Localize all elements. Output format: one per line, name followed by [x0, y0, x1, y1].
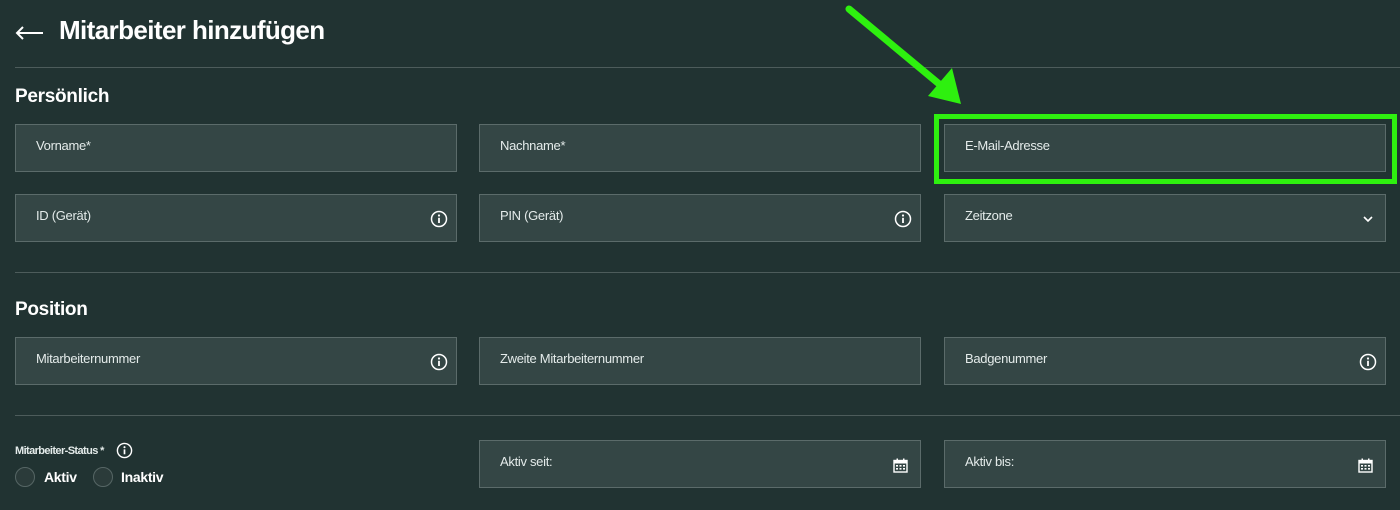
- employee-number-label: Mitarbeiternummer: [36, 351, 140, 366]
- first-name-field[interactable]: Vorname*: [15, 124, 457, 172]
- device-id-field[interactable]: ID (Gerät): [15, 194, 457, 242]
- email-field[interactable]: E-Mail-Adresse: [944, 124, 1386, 172]
- divider: [15, 67, 1400, 68]
- pointer-arrow-icon: [845, 5, 961, 104]
- last-name-field[interactable]: Nachname*: [479, 124, 921, 172]
- active-until-date-field[interactable]: Aktiv bis:: [944, 440, 1386, 488]
- page-title: Mitarbeiter hinzufügen: [59, 15, 325, 45]
- employee-status-label: Mitarbeiter-Status *: [15, 445, 104, 457]
- calendar-icon[interactable]: [893, 458, 908, 473]
- section-title-personal: Persönlich: [15, 86, 110, 107]
- chevron-down-icon: [1363, 216, 1373, 223]
- info-icon[interactable]: [430, 353, 448, 371]
- second-employee-number-label: Zweite Mitarbeiternummer: [500, 351, 644, 366]
- active-until-label: Aktiv bis:: [965, 454, 1015, 469]
- info-icon[interactable]: [894, 210, 912, 228]
- section-title-position: Position: [15, 299, 88, 320]
- first-name-label: Vorname*: [36, 138, 91, 153]
- email-label: E-Mail-Adresse: [965, 138, 1050, 153]
- status-inactive-radio[interactable]: [93, 467, 113, 487]
- divider: [15, 415, 1400, 416]
- calendar-icon[interactable]: [1358, 458, 1373, 473]
- badge-number-label: Badgenummer: [965, 351, 1047, 366]
- info-icon[interactable]: [1359, 353, 1377, 371]
- device-id-label: ID (Gerät): [36, 208, 91, 223]
- divider: [15, 272, 1400, 273]
- last-name-label: Nachname*: [500, 138, 566, 153]
- timezone-label: Zeitzone: [965, 208, 1013, 223]
- info-icon[interactable]: [430, 210, 448, 228]
- status-inactive-label[interactable]: Inaktiv: [121, 469, 164, 485]
- badge-number-field[interactable]: Badgenummer: [944, 337, 1386, 385]
- active-since-date-field[interactable]: Aktiv seit:: [479, 440, 921, 488]
- second-employee-number-field[interactable]: Zweite Mitarbeiternummer: [479, 337, 921, 385]
- info-icon[interactable]: [116, 442, 133, 459]
- device-pin-label: PIN (Gerät): [500, 208, 564, 223]
- timezone-select[interactable]: Zeitzone: [944, 194, 1386, 242]
- arrow-left-icon[interactable]: [14, 16, 46, 46]
- employee-number-field[interactable]: Mitarbeiternummer: [15, 337, 457, 385]
- active-since-label: Aktiv seit:: [500, 454, 553, 469]
- device-pin-field[interactable]: PIN (Gerät): [479, 194, 921, 242]
- status-active-radio[interactable]: [15, 467, 35, 487]
- status-active-label[interactable]: Aktiv: [44, 469, 77, 485]
